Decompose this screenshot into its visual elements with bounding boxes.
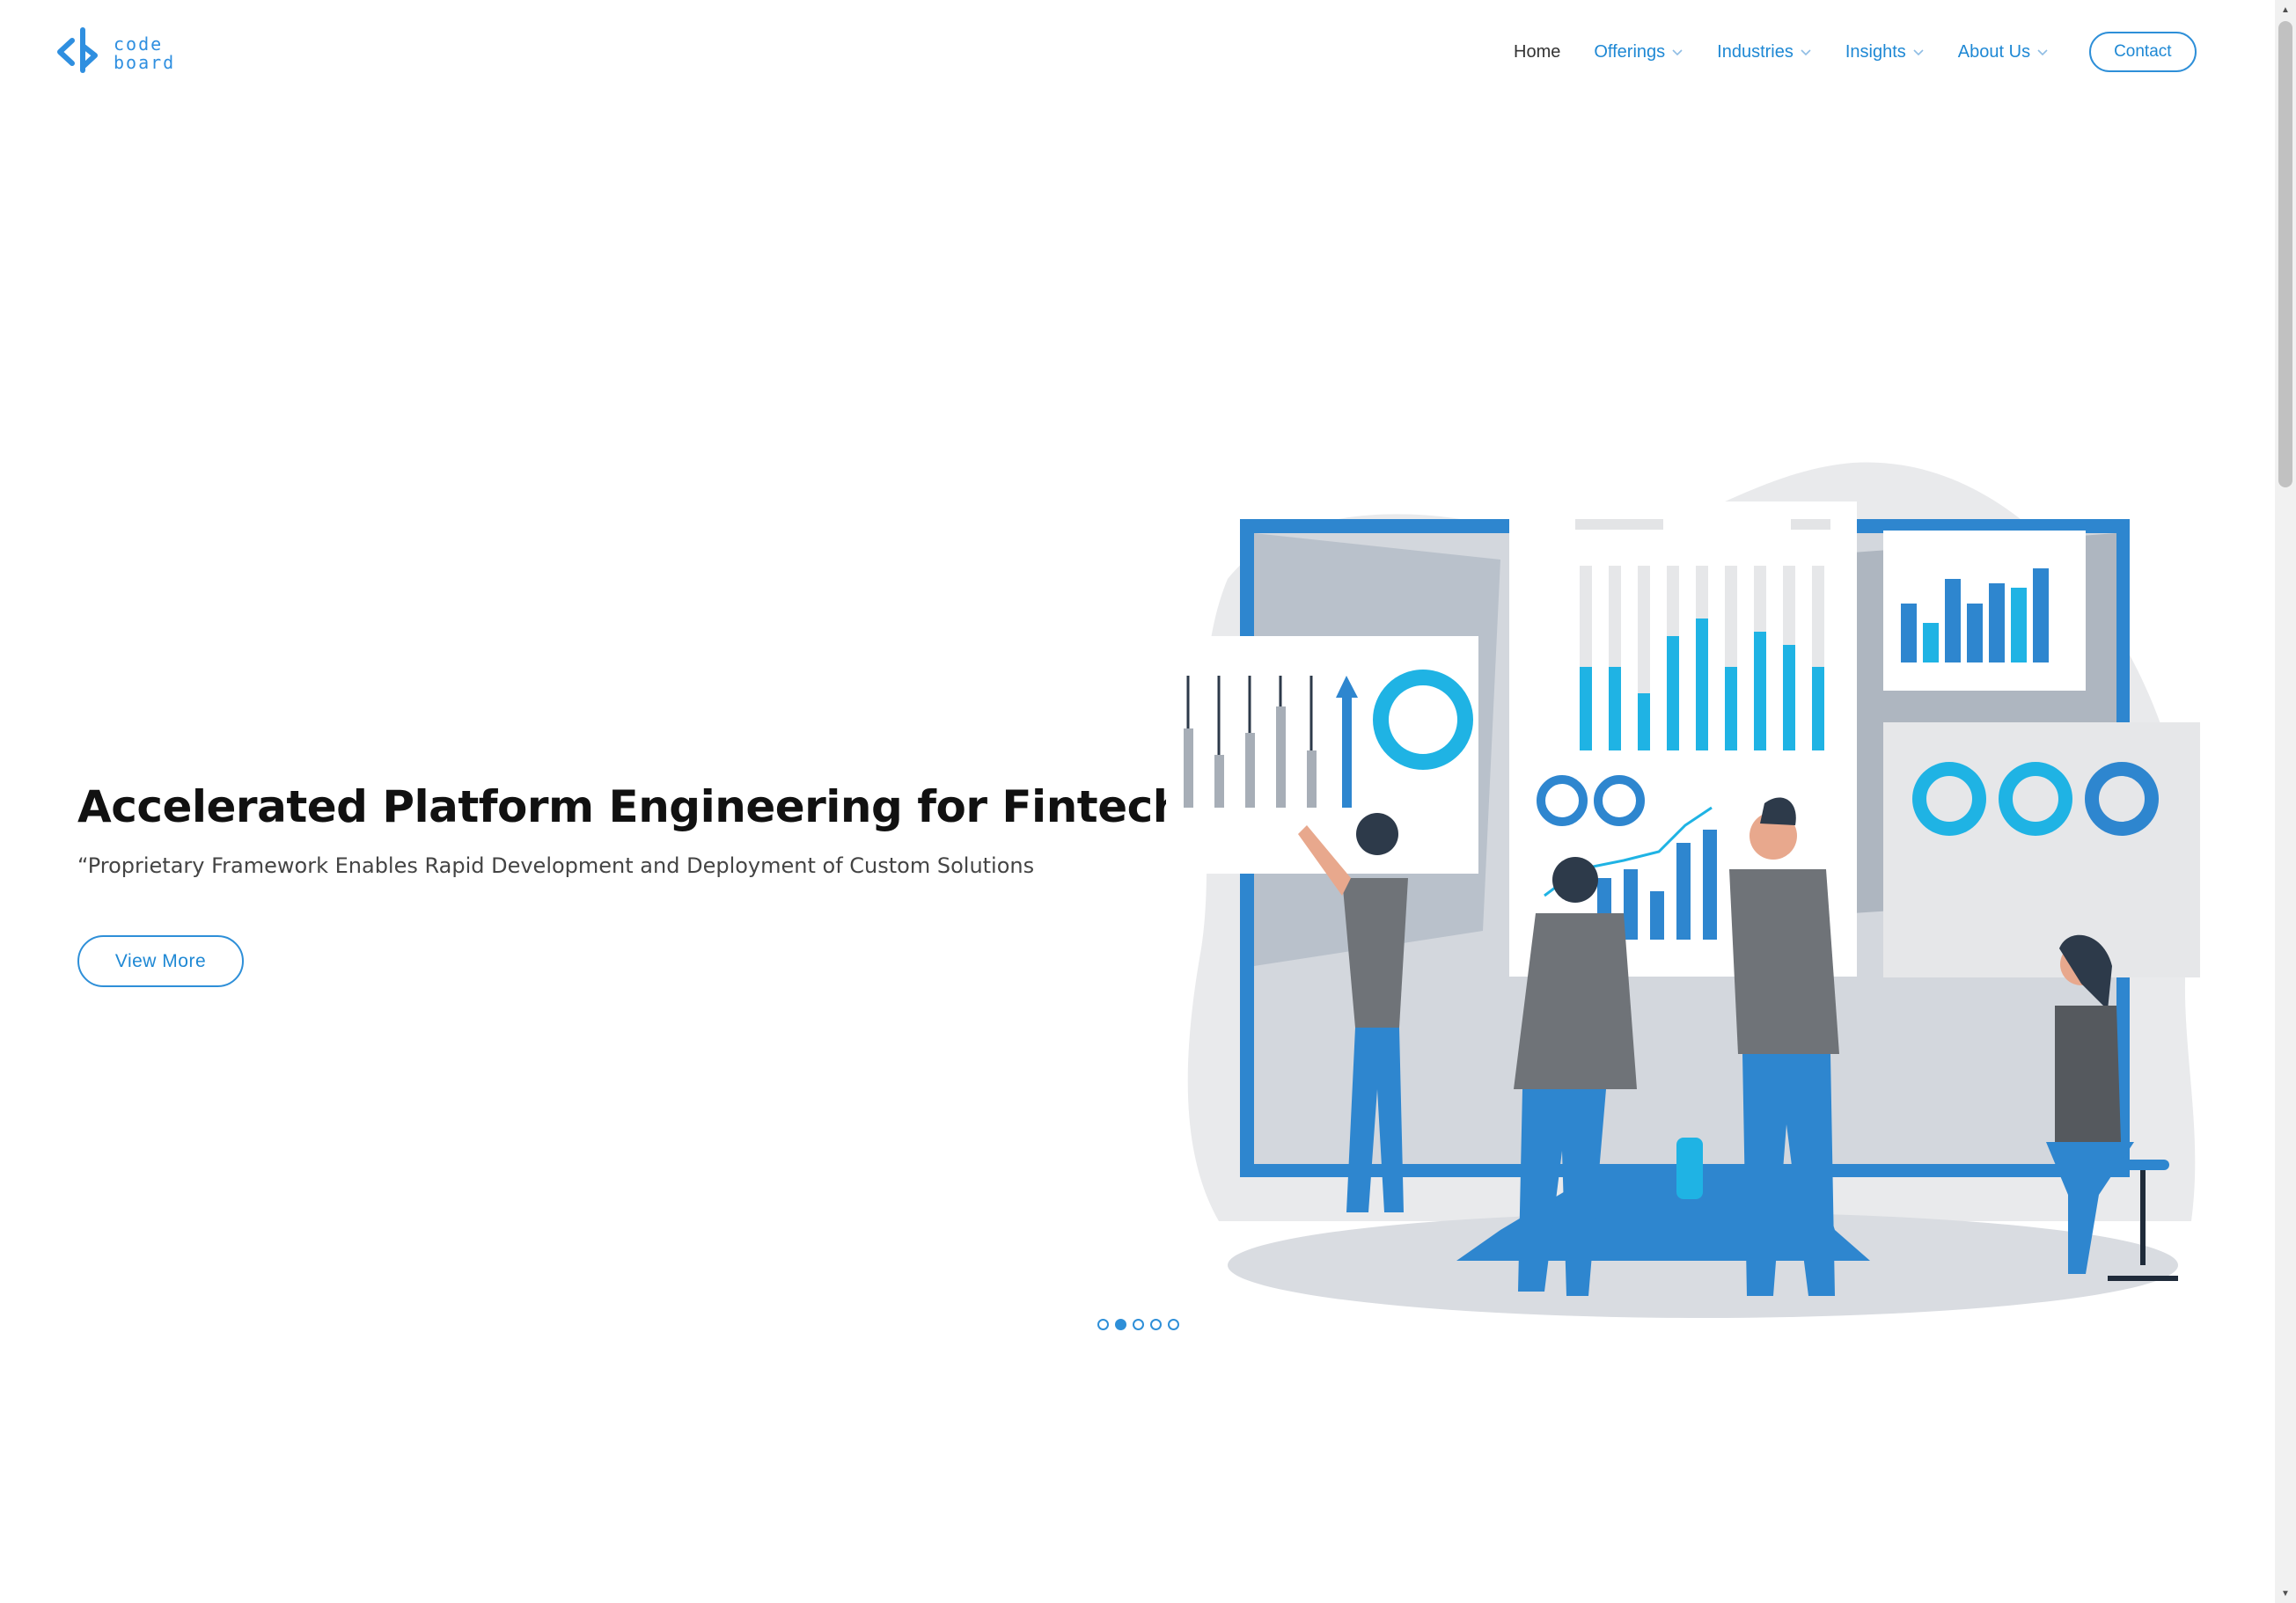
nav-offerings[interactable]: Offerings xyxy=(1594,42,1683,62)
slider-dot-2[interactable] xyxy=(1115,1319,1126,1330)
logo-line-1: code xyxy=(114,33,164,55)
chevron-down-icon xyxy=(1913,49,1924,56)
view-more-button[interactable]: View More xyxy=(77,935,244,987)
page: code board Home Offerings Industries Ins… xyxy=(0,0,2275,1603)
center-panel-title-bar-right xyxy=(1791,519,1830,530)
nav-home-label: Home xyxy=(1514,41,1561,62)
slider-dot-1[interactable] xyxy=(1097,1319,1109,1330)
nav-home[interactable]: Home xyxy=(1514,42,1560,62)
nav-insights-label: Insights xyxy=(1845,41,1906,62)
scroll-down-arrow-icon[interactable]: ▼ xyxy=(2275,1584,2296,1603)
hero-title: Accelerated Platform Engineering for Fin… xyxy=(77,781,1184,832)
monitor-neck xyxy=(1676,1138,1703,1199)
logo-bracket-icon xyxy=(57,27,98,73)
slider-dot-3[interactable] xyxy=(1133,1319,1144,1330)
nav-insights[interactable]: Insights xyxy=(1845,42,1925,62)
scroll-thumb[interactable] xyxy=(2278,21,2292,487)
chevron-down-icon xyxy=(1672,49,1683,56)
right-bottom-chart-panel xyxy=(1883,722,2200,977)
center-panel-bars xyxy=(1580,566,1824,750)
scroll-up-arrow-icon[interactable]: ▲ xyxy=(2275,0,2296,19)
main-nav: Home Offerings Industries Insights About… xyxy=(1514,32,2197,72)
nav-about-us-label: About Us xyxy=(1957,41,2031,62)
codeboard-logo[interactable]: code board xyxy=(55,26,195,77)
nav-industries-label: Industries xyxy=(1717,41,1794,62)
chevron-down-icon xyxy=(1801,49,1811,56)
contact-button[interactable]: Contact xyxy=(2089,32,2197,72)
slider-dots xyxy=(1097,1319,1185,1330)
nav-offerings-label: Offerings xyxy=(1594,41,1666,62)
logo-wordmark: code board xyxy=(114,35,175,72)
hero-subtitle: “Proprietary Framework Enables Rapid Dev… xyxy=(77,853,1035,878)
hero-illustration xyxy=(1166,462,2200,1318)
nav-industries[interactable]: Industries xyxy=(1717,42,1812,62)
chevron-down-icon xyxy=(2037,49,2048,56)
site-header: code board Home Offerings Industries Ins… xyxy=(0,0,2275,104)
center-panel-title-bar xyxy=(1575,519,1663,530)
slider-dot-5[interactable] xyxy=(1168,1319,1179,1330)
logo-line-2: board xyxy=(114,52,176,73)
slider-dot-4[interactable] xyxy=(1150,1319,1162,1330)
page-scrollbar[interactable]: ▲ ▼ xyxy=(2275,0,2296,1603)
nav-about-us[interactable]: About Us xyxy=(1958,42,2049,62)
